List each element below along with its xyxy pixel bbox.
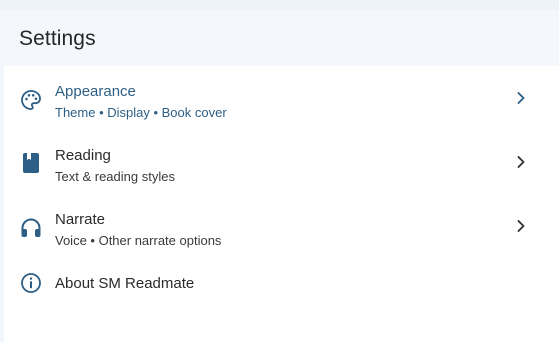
settings-item-label: Appearance: [55, 83, 136, 100]
palette-icon: [19, 88, 43, 112]
settings-item-label: Narrate: [55, 211, 106, 228]
info-icon: [19, 271, 43, 295]
settings-item-about[interactable]: About SM Readmate: [4, 266, 559, 330]
chevron-right-icon: [514, 219, 528, 233]
settings-item-reading[interactable]: Reading Text & reading styles: [4, 138, 559, 202]
settings-item-label: About SM Readmate: [55, 275, 195, 292]
book-icon: [19, 151, 43, 175]
settings-item-subtitle: Theme • Display • Book cover: [55, 105, 227, 120]
page-title: Settings: [19, 27, 96, 50]
chevron-right-icon: [514, 91, 528, 105]
settings-item-appearance[interactable]: Appearance Theme • Display • Book cover: [4, 74, 559, 138]
headphones-icon: [19, 216, 43, 240]
settings-item-subtitle: Text & reading styles: [55, 169, 175, 184]
chevron-right-icon: [514, 155, 528, 169]
settings-list: Appearance Theme • Display • Book cover …: [4, 66, 559, 343]
settings-item-subtitle: Voice • Other narrate options: [55, 233, 222, 248]
settings-item-label: Reading: [55, 147, 111, 164]
settings-window: Settings Appearance Theme • Display • Bo…: [0, 0, 559, 343]
top-strip: [0, 0, 559, 10]
settings-item-narrate[interactable]: Narrate Voice • Other narrate options: [4, 202, 559, 266]
settings-header: Settings: [0, 10, 559, 66]
